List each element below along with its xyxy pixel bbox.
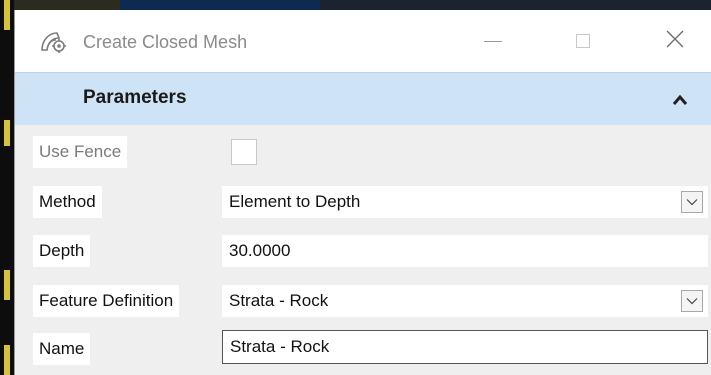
feature-definition-dropdown-button[interactable] <box>681 290 703 312</box>
chevron-down-icon <box>686 193 698 211</box>
name-input[interactable]: Strata - Rock <box>222 330 708 364</box>
parameters-title: Parameters <box>83 87 187 108</box>
maximize-button[interactable] <box>560 24 606 58</box>
close-button[interactable] <box>652 24 698 58</box>
use-fence-label: Use Fence <box>33 136 128 168</box>
name-value: Strata - Rock <box>230 337 330 356</box>
feature-definition-dropdown[interactable]: Strata - Rock <box>222 285 708 317</box>
depth-label: Depth <box>33 235 91 267</box>
depth-value: 30.0000 <box>229 241 291 260</box>
method-dropdown[interactable]: Element to Depth <box>222 186 708 218</box>
method-value: Element to Depth <box>229 192 361 211</box>
feature-definition-value: Strata - Rock <box>229 291 329 310</box>
method-label: Method <box>33 186 102 218</box>
method-dropdown-button[interactable] <box>681 191 703 213</box>
create-closed-mesh-dialog: Create Closed Mesh Parameters Use Fence … <box>14 10 711 375</box>
background-strip-top <box>0 0 711 10</box>
feature-definition-label: Feature Definition <box>33 285 180 317</box>
name-label: Name <box>33 333 91 365</box>
use-fence-checkbox[interactable] <box>231 139 257 165</box>
close-icon <box>666 30 684 53</box>
parameters-section-header[interactable]: Parameters <box>15 72 711 125</box>
background-strip-left <box>0 0 14 375</box>
mesh-tool-icon <box>39 30 67 54</box>
minimize-button[interactable] <box>470 24 516 58</box>
window-title: Create Closed Mesh <box>83 32 248 52</box>
chevron-up-icon[interactable] <box>672 93 688 105</box>
title-bar[interactable]: Create Closed Mesh <box>15 10 711 72</box>
minimize-icon <box>484 40 502 42</box>
chevron-down-icon <box>686 292 698 310</box>
maximize-icon <box>576 34 590 48</box>
depth-input[interactable]: 30.0000 <box>222 235 708 267</box>
